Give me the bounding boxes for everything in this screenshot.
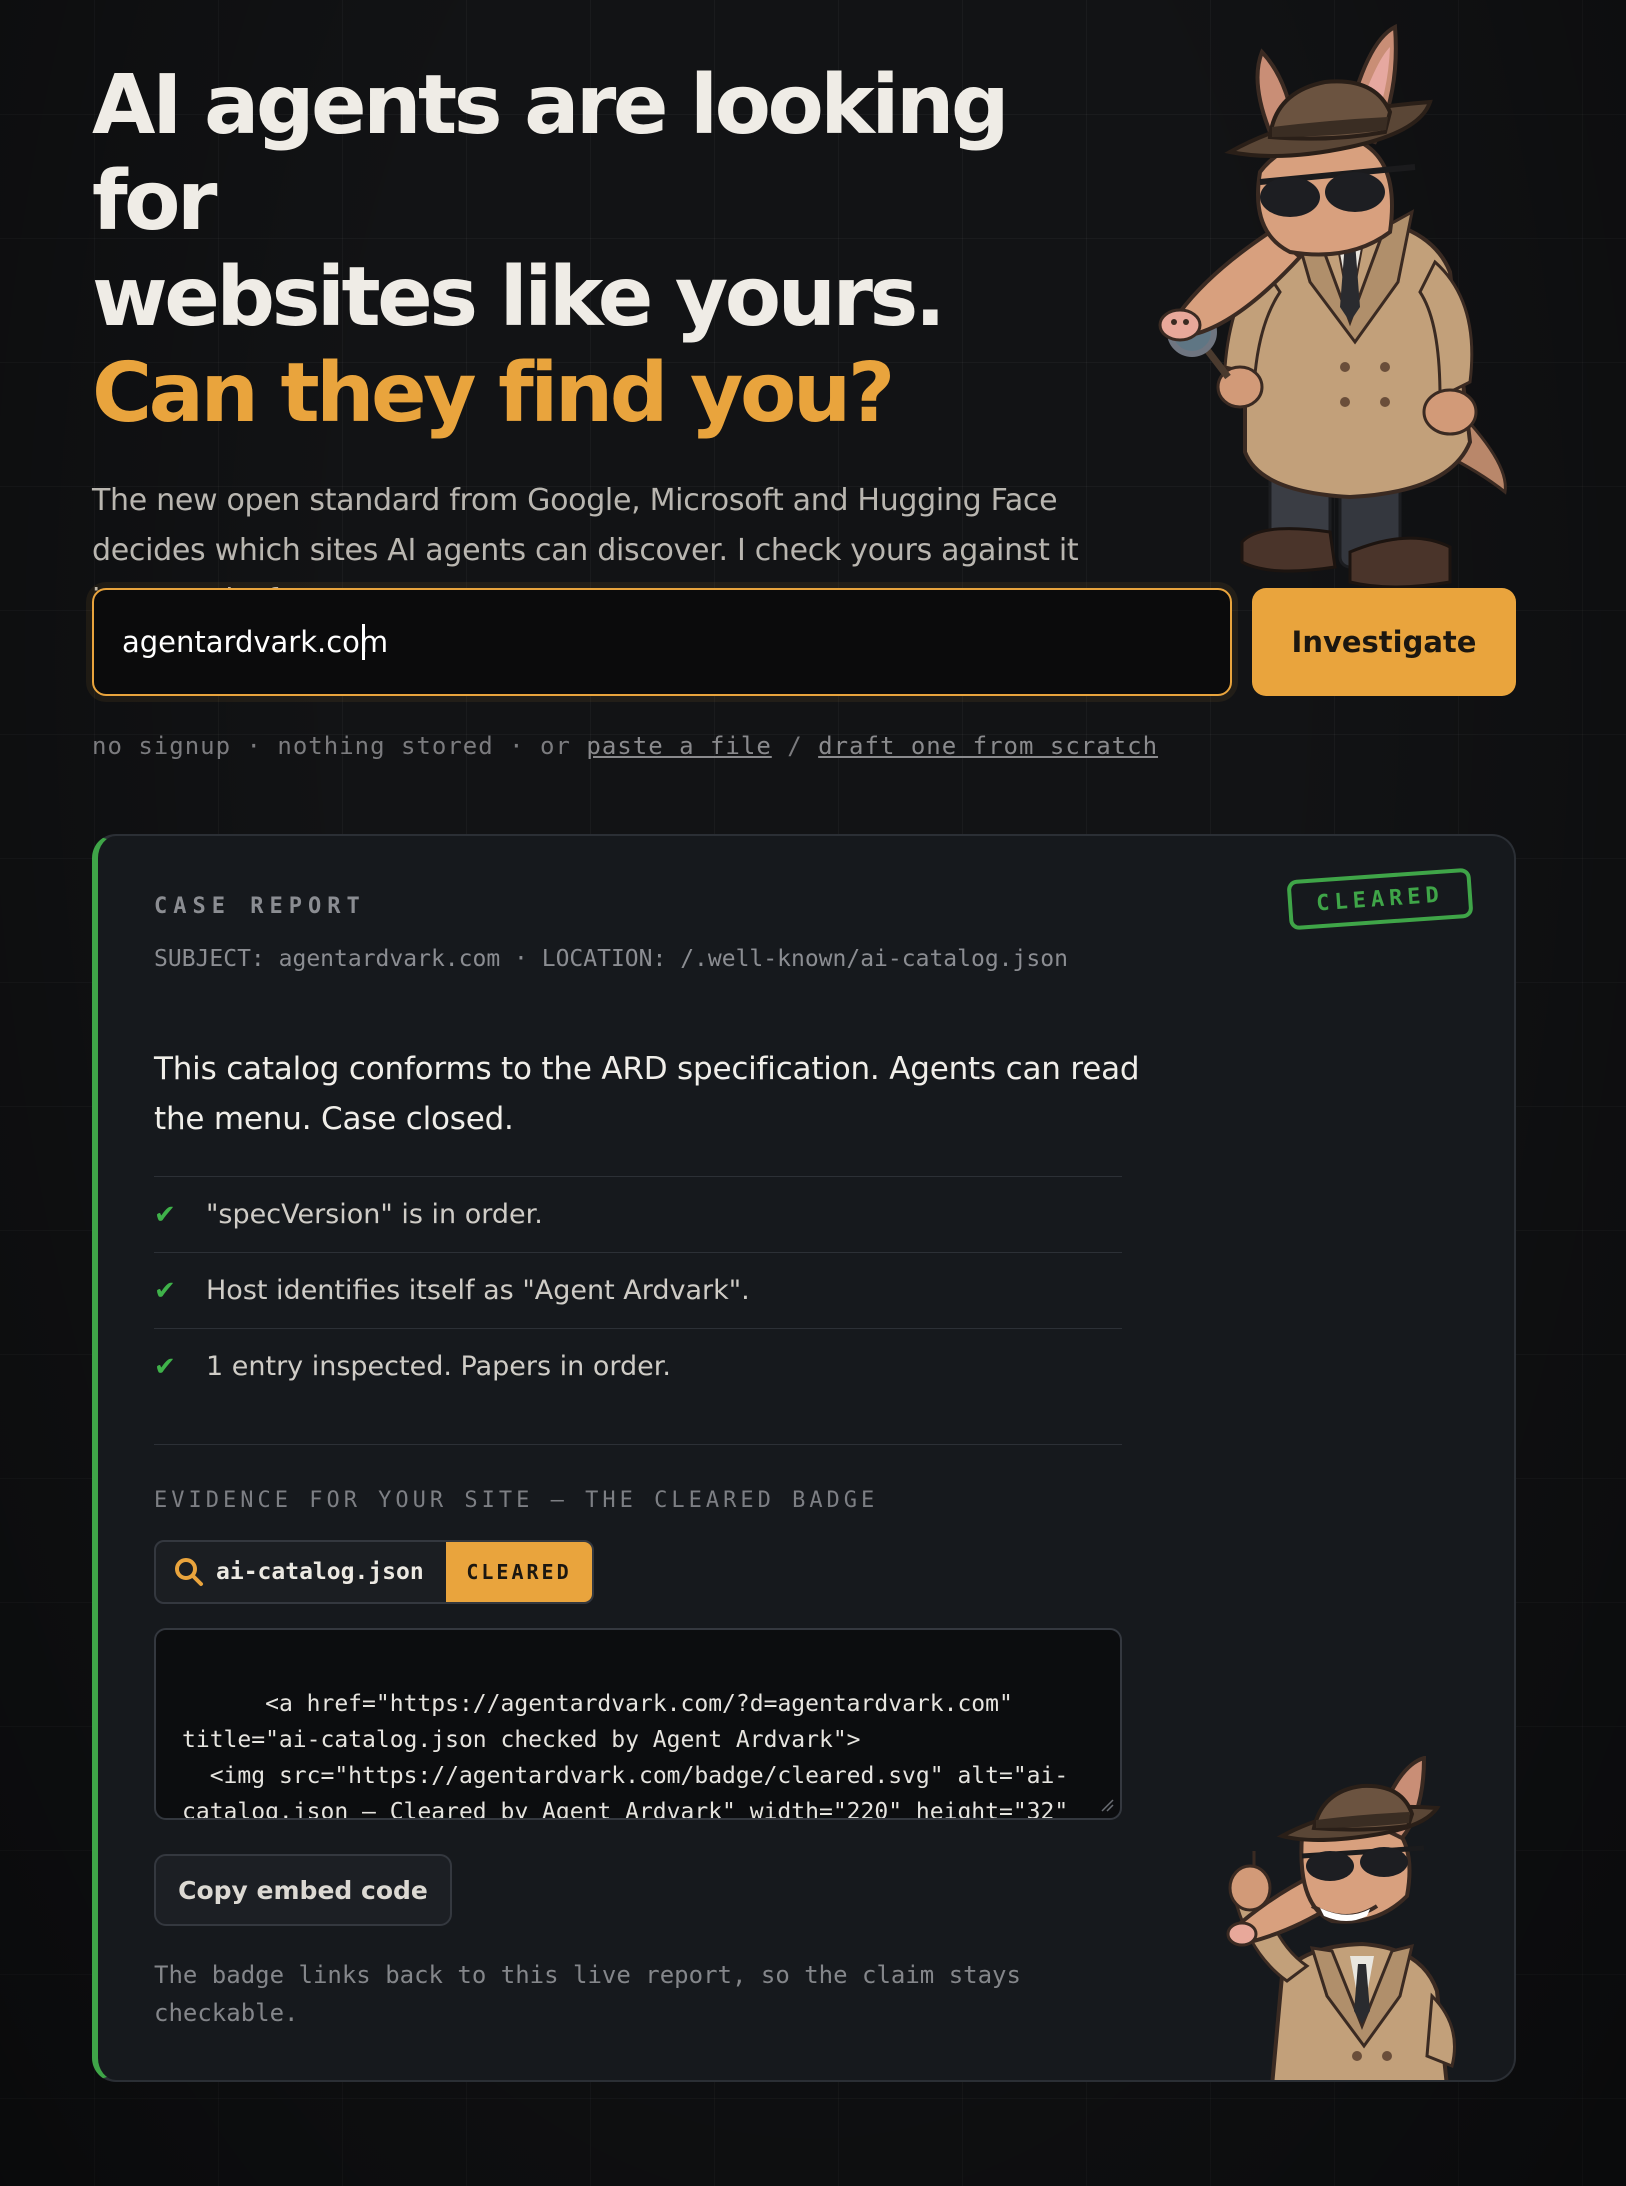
sub-links-prefix: no signup · nothing stored · or [92,732,571,760]
copy-embed-code-button[interactable]: Copy embed code [154,1854,452,1926]
embed-code-text: <a href="https://agentardvark.com/?d=age… [182,1691,1069,1820]
case-report-meta: SUBJECT: agentardvark.com · LOCATION: /.… [154,946,1068,972]
sub-links: no signup · nothing stored · or paste a … [92,732,1158,760]
text-cursor [362,624,365,660]
evidence-title: EVIDENCE FOR YOUR SITE — THE CLEARED BAD… [154,1488,879,1513]
cleared-badge-preview: ai-catalog.json CLEARED [154,1540,594,1604]
cleared-stamp: CLEARED [1286,867,1474,931]
section-divider [154,1444,1122,1445]
case-report-card: CLEARED CASE REPORT SUBJECT: agentardvar… [92,834,1516,2082]
draft-from-scratch-link[interactable]: draft one from scratch [818,732,1158,760]
badge-footnote: The badge links back to this live report… [154,1961,1021,2027]
hero-heading: AI agents are looking for websites like … [92,58,1092,442]
hero-line-3: Can they find you? [92,346,895,441]
embed-code-textarea[interactable]: <a href="https://agentardvark.com/?d=age… [154,1628,1122,1820]
smiling-aardvark-illustration [1226,1756,1456,2080]
sub-links-separator: / [787,732,803,760]
investigate-button[interactable]: Investigate [1252,588,1516,696]
checks-list: ✔ "specVersion" is in order. ✔ Host iden… [154,1176,1122,1404]
hero-line-1: AI agents are looking for [92,58,1010,249]
check-text: Host identifies itself as "Agent Ardvark… [206,1275,750,1306]
hero-line-2: websites like yours. [92,250,946,345]
badge-status: CLEARED [446,1542,592,1602]
badge-file-name: ai-catalog.json [216,1559,424,1585]
detective-aardvark-illustration [1158,23,1507,589]
hero-section: AI agents are looking for websites like … [92,58,1092,626]
check-item: ✔ Host identifies itself as "Agent Ardva… [154,1252,1122,1328]
case-report-label: CASE REPORT [154,894,366,919]
domain-input[interactable] [92,588,1232,696]
check-text: "specVersion" is in order. [206,1199,543,1230]
check-icon: ✔ [154,1351,176,1382]
check-item: ✔ "specVersion" is in order. [154,1176,1122,1252]
check-item: ✔ 1 entry inspected. Papers in order. [154,1328,1122,1404]
search-row: Investigate [92,588,1516,696]
check-icon: ✔ [154,1199,176,1230]
resize-grip-icon[interactable] [1100,1798,1114,1812]
check-icon: ✔ [154,1275,176,1306]
check-text: 1 entry inspected. Papers in order. [206,1351,671,1382]
paste-file-link[interactable]: paste a file [586,732,771,760]
badge-file: ai-catalog.json [156,1542,446,1602]
magnifier-icon [175,1558,203,1586]
case-verdict: This catalog conforms to the ARD specifi… [154,1051,1140,1137]
